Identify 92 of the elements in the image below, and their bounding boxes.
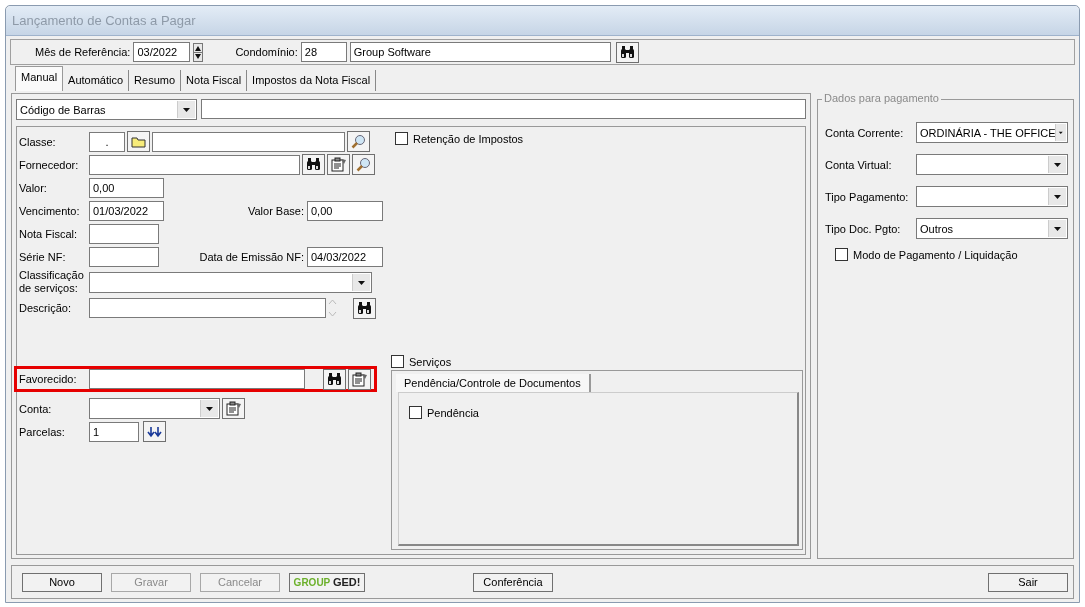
caret-icon <box>352 273 370 291</box>
text-field[interactable] <box>89 223 159 244</box>
binoculars-icon <box>306 158 321 171</box>
properties-button[interactable] <box>327 154 350 175</box>
condo-name-field[interactable]: Group Software <box>349 42 611 62</box>
text-field[interactable] <box>89 154 300 175</box>
text-field[interactable]: 1 <box>89 421 139 442</box>
field-label: Parcelas: <box>19 425 66 438</box>
tab[interactable]: Nota Fiscal <box>181 70 248 91</box>
group-title: Dados para pagamento <box>822 92 941 104</box>
text-field[interactable]: 0,00 <box>307 200 383 221</box>
barcode-field[interactable] <box>201 99 806 119</box>
month-field[interactable]: 03/2022 <box>133 42 191 62</box>
field-label: Classe: <box>19 135 57 148</box>
search-button[interactable] <box>323 368 346 390</box>
folder-button[interactable] <box>127 131 150 152</box>
field-label: Nota Fiscal: <box>19 227 79 240</box>
field-label: Tipo Pagamento: <box>825 190 910 203</box>
action-button[interactable]: Conferência <box>473 572 553 592</box>
properties-button[interactable] <box>348 368 371 390</box>
caret-icon <box>200 400 218 417</box>
dropdown-field[interactable]: ORDINÁRIA - THE OFFICE <box>916 122 1068 143</box>
dropdown-field[interactable] <box>89 271 372 293</box>
field-label: Condomínio: <box>235 46 298 58</box>
expand-button[interactable] <box>143 421 166 442</box>
checkbox-label: Serviços <box>409 355 452 368</box>
field-label: Vencimento: <box>19 204 81 217</box>
field-label: Classificação de serviços: <box>19 269 85 295</box>
field-label: Série NF: <box>19 250 67 263</box>
binoculars-icon <box>327 372 342 386</box>
checkbox[interactable] <box>395 132 408 145</box>
field-label: Valor Base: <box>247 204 304 217</box>
checkbox-label: Modo de Pagamento / Liquidação <box>853 248 1018 261</box>
search-button[interactable] <box>353 297 376 319</box>
field-label: Data de Emissão NF: <box>199 250 304 263</box>
caret-icon <box>1048 220 1066 237</box>
barcode-type-dropdown[interactable]: Código de Barras <box>16 99 197 120</box>
text-field[interactable] <box>89 246 159 267</box>
field-label: Mês de Referência: <box>35 46 131 58</box>
field-label: Conta Corrente: <box>825 126 905 139</box>
dropdown-field[interactable] <box>916 186 1068 207</box>
text-field[interactable] <box>89 298 326 318</box>
double-down-arrow-icon <box>147 425 162 438</box>
field-label: Conta Virtual: <box>825 158 893 171</box>
caret-icon <box>1055 124 1066 141</box>
text-field[interactable] <box>152 131 345 152</box>
clipboard-icon <box>351 371 368 387</box>
caret-icon <box>1048 188 1066 205</box>
text-field[interactable]: 0,00 <box>89 177 164 198</box>
dropdown-field[interactable] <box>89 398 220 419</box>
up-down-arrows-icon <box>328 298 337 318</box>
properties-button[interactable] <box>222 398 245 419</box>
field-label: Descrição: <box>19 302 72 314</box>
search-button[interactable] <box>615 41 639 63</box>
text-field[interactable] <box>89 369 305 389</box>
checkbox[interactable] <box>391 355 404 368</box>
field-label: Fornecedor: <box>19 158 80 171</box>
checkbox-label: Retenção de Impostos <box>413 132 524 145</box>
binoculars-icon <box>619 45 635 59</box>
dropdown-field[interactable] <box>916 154 1068 175</box>
text-field[interactable]: 04/03/2022 <box>307 246 383 267</box>
field-label: Tipo Doc. Pgto: <box>825 222 902 235</box>
caret-icon <box>1048 156 1066 173</box>
spinner-arrows-icon <box>193 42 204 62</box>
magnifier-icon <box>356 157 371 172</box>
tab[interactable]: Pendência/Controle de Documentos <box>396 374 591 392</box>
text-field[interactable]: 01/03/2022 <box>89 200 164 221</box>
lookup-button[interactable] <box>352 154 375 175</box>
magnifier-icon <box>351 134 366 149</box>
clipboard-icon <box>330 157 347 172</box>
dropdown-field[interactable]: Outros <box>916 218 1068 239</box>
folder-icon <box>131 135 146 148</box>
tab[interactable]: Resumo <box>129 70 182 91</box>
caret-icon <box>177 101 195 118</box>
tab[interactable]: Impostos da Nota Fiscal <box>247 70 377 91</box>
action-button[interactable]: Novo <box>22 572 102 592</box>
logo-button[interactable]: GROUP GED! <box>289 572 365 592</box>
field-label: Valor: <box>19 181 48 194</box>
search-button[interactable] <box>302 154 325 175</box>
clipboard-icon <box>225 401 242 416</box>
binoculars-icon <box>357 301 372 315</box>
exit-button[interactable]: Sair <box>988 572 1068 592</box>
checkbox[interactable] <box>409 406 422 419</box>
condo-code-field[interactable]: 28 <box>300 42 347 62</box>
tab[interactable]: Manual <box>15 66 64 91</box>
code-field[interactable]: . <box>89 131 125 152</box>
field-label: Favorecido: <box>19 373 78 385</box>
checkbox[interactable] <box>835 248 848 261</box>
field-label: Conta: <box>19 402 53 415</box>
window-title: Lançamento de Contas a Pagar <box>12 13 196 28</box>
checkbox-label: Pendência <box>427 406 479 419</box>
tab[interactable]: Automático <box>63 70 130 91</box>
